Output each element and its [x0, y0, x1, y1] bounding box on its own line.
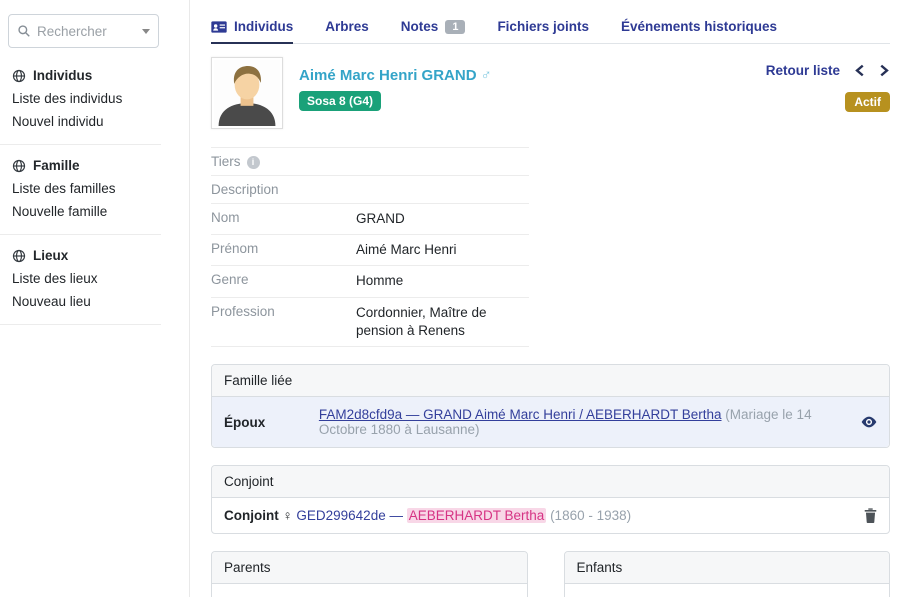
search-input[interactable] [37, 24, 142, 39]
header-actions: Retour liste Actif [766, 57, 890, 129]
divider [0, 324, 161, 325]
female-symbol: ♀ [283, 508, 293, 523]
chevron-down-icon [142, 29, 150, 34]
tab-notes[interactable]: Notes 1 [401, 19, 466, 43]
field-row-prenom: Prénom Aimé Marc Henri [211, 235, 529, 266]
sidebar-section-famille: Famille [0, 156, 189, 177]
conjoint-name-link[interactable]: AEBERHARDT Bertha [407, 508, 547, 523]
famille-link[interactable]: FAM2d8cfd9a — GRAND Aimé Marc Henri / AE… [319, 407, 722, 422]
sidebar-item-liste-individus[interactable]: Liste des individus [0, 87, 189, 110]
person-identity: Aimé Marc Henri GRAND♂ Sosa 8 (G4) [299, 57, 492, 129]
enfants-panel: Enfants Enfant ♀ GED333965ac — GRAND Alb… [564, 551, 890, 597]
field-row-profession: Profession Cordonnier, Maître de pension… [211, 298, 529, 347]
info-icon [247, 156, 260, 169]
male-symbol: ♂ [481, 67, 492, 84]
sidebar: Individus Liste des individus Nouvel ind… [0, 0, 190, 597]
avatar [211, 57, 283, 129]
sidebar-section-lieux: Lieux [0, 246, 189, 267]
main-content: Individus Arbres Notes 1 Fichiers joints… [211, 0, 890, 597]
parents-header: Parents [212, 552, 527, 584]
globe-icon [12, 249, 26, 263]
field-row-nom: Nom GRAND [211, 204, 529, 235]
globe-icon [12, 69, 26, 83]
sidebar-item-liste-familles[interactable]: Liste des familles [0, 177, 189, 200]
sosa-badge: Sosa 8 (G4) [299, 91, 381, 111]
famille-liee-panel: Famille liée Époux FAM2d8cfd9a — GRAND A… [211, 364, 890, 448]
globe-icon [12, 159, 26, 173]
conjoint-id-link[interactable]: GED299642de — [296, 508, 403, 523]
enfants-header: Enfants [565, 552, 889, 584]
tab-individus[interactable]: Individus [211, 19, 293, 43]
divider [0, 234, 161, 235]
divider [0, 144, 161, 145]
field-row-tiers: Tiers [211, 148, 529, 176]
sidebar-item-liste-lieux[interactable]: Liste des lieux [0, 267, 189, 290]
famille-liee-header: Famille liée [212, 365, 889, 397]
tab-fichiers-joints[interactable]: Fichiers joints [497, 19, 589, 43]
pere-row: Père ♂ GEDf71a00a7 — GRAND Jean-Paul (18… [212, 584, 527, 597]
epoux-label: Époux [224, 415, 319, 430]
person-name: Aimé Marc Henri GRAND♂ [299, 67, 492, 84]
sidebar-item-nouveau-lieu[interactable]: Nouveau lieu [0, 290, 189, 313]
sidebar-item-nouvel-individu[interactable]: Nouvel individu [0, 110, 189, 133]
epoux-row: Époux FAM2d8cfd9a — GRAND Aimé Marc Henr… [212, 397, 889, 447]
sidebar-section-individus: Individus [0, 66, 189, 87]
chevron-left-icon[interactable] [854, 64, 865, 77]
enfant-row-1: Enfant ♀ GED333965ac — GRAND Albertine (… [565, 584, 889, 597]
notes-count-badge: 1 [445, 20, 465, 34]
back-to-list-link[interactable]: Retour liste [766, 63, 840, 78]
conjoint-row: Conjoint ♀ GED299642de — AEBERHARDT Bert… [212, 498, 889, 533]
conjoint-panel: Conjoint Conjoint ♀ GED299642de — AEBERH… [211, 465, 890, 534]
conjoint-dates: (1860 - 1938) [550, 508, 631, 523]
status-badge: Actif [845, 92, 890, 112]
person-header: Aimé Marc Henri GRAND♂ Sosa 8 (G4) Retou… [211, 57, 890, 129]
app-window: Individus Liste des individus Nouvel ind… [0, 0, 900, 597]
parents-panel: Parents Père ♂ GEDf71a00a7 — GRAND Jean-… [211, 551, 528, 597]
conjoint-header: Conjoint [212, 466, 889, 498]
chevron-right-icon[interactable] [879, 64, 890, 77]
field-row-description: Description [211, 176, 529, 204]
family-columns: Parents Père ♂ GEDf71a00a7 — GRAND Jean-… [211, 534, 890, 597]
pere-link[interactable]: GEDf71a00a7 — GRAND Jean-Paul (1822 - 18… [330, 593, 475, 597]
sidebar-item-nouvelle-famille[interactable]: Nouvelle famille [0, 200, 189, 223]
conjoint-label: Conjoint ♀ [224, 508, 293, 523]
tab-bar: Individus Arbres Notes 1 Fichiers joints… [211, 0, 890, 44]
trash-icon[interactable] [864, 508, 877, 523]
field-row-genre: Genre Homme [211, 266, 529, 297]
tab-arbres[interactable]: Arbres [325, 19, 369, 43]
enfant-link[interactable]: GED333965ac — GRAND Albertine (1881 - 18… [683, 593, 837, 597]
tab-evenements-historiques[interactable]: Événements historiques [621, 19, 777, 43]
id-card-icon [211, 21, 227, 33]
search-box[interactable] [8, 14, 159, 48]
eye-icon[interactable] [861, 416, 877, 428]
person-fields: Tiers Description Nom GRAND Prénom Aimé … [211, 147, 529, 347]
search-icon [17, 24, 31, 38]
